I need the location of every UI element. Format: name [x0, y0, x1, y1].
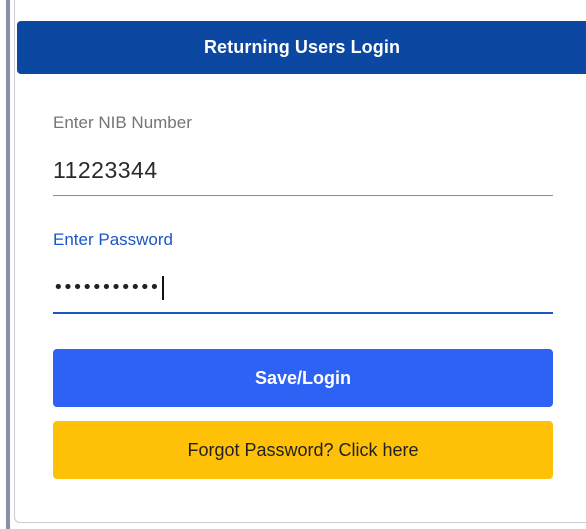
password-label: Enter Password [53, 230, 173, 249]
page-left-edge [6, 0, 10, 529]
card-header: Returning Users Login [17, 21, 586, 74]
nib-number-label: Enter NIB Number [53, 113, 192, 132]
card-title: Returning Users Login [203, 37, 401, 57]
password-masked-value: ••••••••••• [53, 277, 160, 298]
save-login-button[interactable]: Save/Login [53, 349, 553, 407]
text-caret [161, 276, 164, 300]
password-underline [53, 312, 553, 314]
forgot-password-button[interactable]: Forgot Password? Click here [53, 421, 553, 479]
nib-number-underline [53, 195, 553, 196]
nib-number-input[interactable]: 11223344 [53, 157, 158, 184]
login-card: Returning Users Login Enter NIB Number 1… [14, 0, 586, 523]
password-input[interactable]: ••••••••••• [53, 274, 164, 302]
